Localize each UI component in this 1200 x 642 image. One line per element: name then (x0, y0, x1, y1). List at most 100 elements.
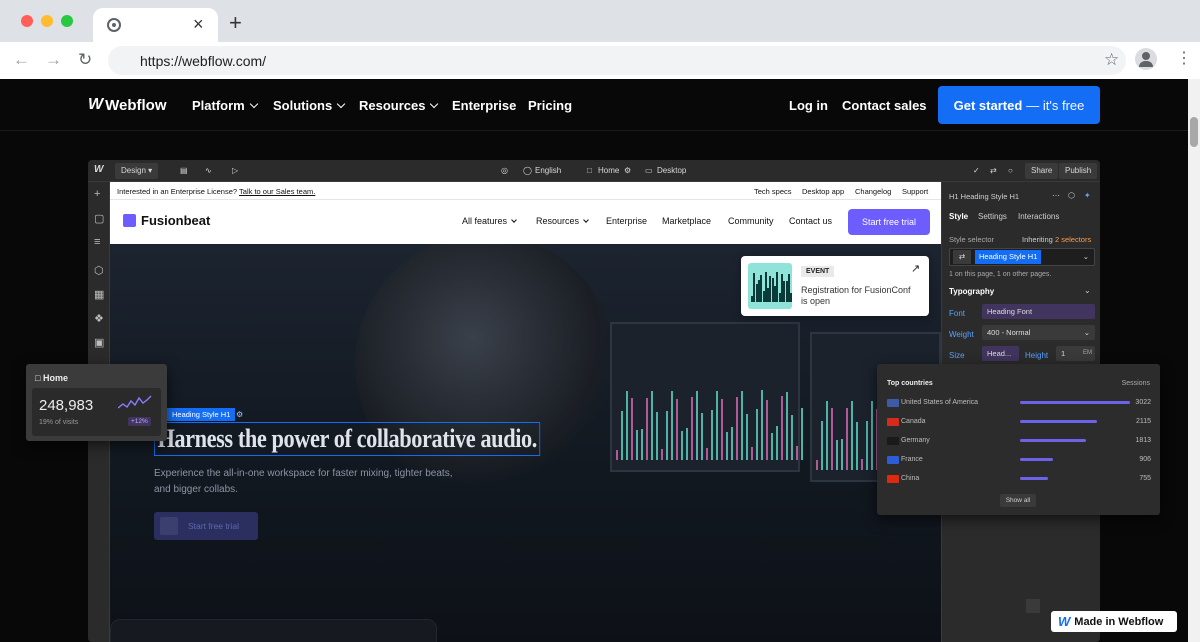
add-icon[interactable]: + (94, 188, 100, 200)
designer-topbar: W Design ▾ ▤ ∿ ▷ ◎ ◯ English □ Home ⚙ ▭ … (88, 160, 1100, 182)
navigator-icon[interactable]: ≡ (94, 236, 100, 248)
images-icon[interactable]: ▣ (94, 336, 104, 349)
page-label[interactable]: Home (598, 166, 619, 175)
contact-sales-link[interactable]: Contact sales (842, 98, 927, 113)
nav-solutions[interactable]: Solutions (273, 98, 346, 113)
comment-icon[interactable]: ○ (1008, 166, 1013, 175)
nav-resources[interactable]: Resources (359, 98, 439, 113)
address-bar[interactable]: https://webflow.com/ ☆ (108, 46, 1126, 75)
site-nav-enterprise[interactable]: Enterprise (606, 216, 647, 226)
tab-style[interactable]: Style (949, 212, 968, 221)
nav-enterprise[interactable]: Enterprise (452, 98, 516, 113)
arrow-up-right-icon: ↗ (911, 263, 921, 275)
reload-icon[interactable]: ↻ (78, 51, 92, 69)
new-tab-button[interactable]: + (229, 12, 242, 34)
back-icon[interactable]: ← (13, 51, 30, 69)
notice-link-techspecs[interactable]: Tech specs (754, 187, 792, 196)
focus-icon[interactable]: ◎ (501, 166, 508, 175)
made-in-webflow-badge[interactable]: W Made in Webflow (1051, 611, 1177, 632)
webflow-logo-icon: W (88, 96, 103, 113)
height-input[interactable]: 1 EM (1056, 346, 1095, 361)
country-name: China (901, 475, 920, 482)
site-nav-community[interactable]: Community (728, 216, 774, 226)
share-button[interactable]: Share (1025, 163, 1059, 179)
page-scrollbar[interactable] (1188, 79, 1200, 642)
site-navbar: Fusionbeat All features Resources Enterp… (110, 200, 941, 244)
size-input[interactable]: Head... (982, 346, 1019, 361)
cms-icon[interactable]: ▤ (180, 166, 188, 175)
site-nav-marketplace[interactable]: Marketplace (662, 216, 711, 226)
country-flag-icon (887, 475, 899, 483)
check-icon[interactable]: ✓ (973, 166, 980, 175)
site-trial-button[interactable]: Start free trial (848, 209, 930, 235)
hero-headline[interactable]: Harness the power of collaborative audio… (154, 422, 541, 456)
hero-trial-button[interactable]: Start free trial (154, 512, 258, 540)
show-all-button[interactable]: Show all (1000, 494, 1036, 507)
nav-pricing[interactable]: Pricing (528, 98, 572, 113)
weight-select[interactable]: 400 - Normal ⌄ (982, 325, 1095, 340)
designer-canvas[interactable]: Interested in an Enterprise License? Tal… (110, 182, 941, 642)
locale-icon[interactable]: ◯ (523, 166, 532, 175)
country-row: France 906 (887, 455, 1151, 467)
element-settings-icon[interactable]: ⚙ (236, 410, 243, 419)
site-nav-resources[interactable]: Resources (536, 216, 589, 226)
bookmark-star-icon[interactable]: ☆ (1104, 50, 1119, 70)
design-mode-select[interactable]: Design ▾ (115, 163, 159, 179)
webflow-logo[interactable]: W Webflow (88, 96, 167, 114)
notice-link-desktop[interactable]: Desktop app (802, 187, 844, 196)
country-bar (1020, 477, 1048, 480)
settings-icon[interactable]: ⚙ (624, 166, 631, 175)
tab-settings[interactable]: Settings (978, 212, 1007, 221)
country-sessions: 906 (1139, 456, 1151, 463)
webflow-menu-icon[interactable]: W (94, 164, 103, 175)
more-icon[interactable]: ⋯ (1052, 191, 1060, 200)
locale-label[interactable]: English (535, 166, 561, 175)
waveform-icon (160, 517, 178, 535)
chevron-down-icon[interactable]: ⌄ (1084, 286, 1091, 295)
site-nav-contact[interactable]: Contact us (789, 216, 832, 226)
style-selector-label: Style selector (949, 235, 995, 244)
site-nav-features[interactable]: All features (462, 216, 517, 226)
notice-link-support[interactable]: Support (902, 187, 928, 196)
fusionbeat-logo[interactable]: Fusionbeat (123, 213, 210, 228)
variables-icon[interactable]: ❖ (94, 312, 104, 325)
selected-element-tag[interactable]: Heading Style H1 (167, 408, 236, 421)
hero-subtext: Experience the all-in-one workspace for … (154, 468, 453, 495)
nav-platform[interactable]: Platform (192, 98, 258, 113)
style-icon[interactable]: ✦ (1084, 191, 1091, 200)
browser-tab[interactable]: × (93, 8, 218, 42)
publish-button[interactable]: Publish (1059, 163, 1098, 179)
color-swatch[interactable] (1026, 599, 1040, 613)
assets-icon[interactable]: ▦ (94, 288, 104, 301)
notice-link[interactable]: Talk to our Sales team. (239, 187, 315, 196)
preview-icon[interactable]: ▷ (232, 166, 238, 175)
component-icon[interactable]: ⬡ (1068, 191, 1075, 200)
page-icon[interactable]: □ (587, 166, 592, 175)
get-started-button[interactable]: Get started — it's free (938, 86, 1100, 124)
scrollbar-thumb[interactable] (1190, 117, 1198, 147)
login-link[interactable]: Log in (789, 98, 828, 113)
breakpoint-icon[interactable]: ▭ (645, 166, 653, 175)
forward-icon[interactable]: → (45, 51, 62, 69)
browser-menu-icon[interactable]: ⋮ (1176, 50, 1192, 68)
tab-close-icon[interactable]: × (193, 14, 204, 34)
notice-link-changelog[interactable]: Changelog (855, 187, 891, 196)
made-in-webflow-label: Made in Webflow (1074, 615, 1164, 628)
breakpoint-label[interactable]: Desktop (657, 166, 686, 175)
components-icon[interactable]: ⬡ (94, 264, 104, 277)
profile-avatar[interactable] (1135, 48, 1157, 70)
minimize-window-button[interactable] (41, 15, 53, 27)
country-name: France (901, 456, 923, 463)
analytics-icon[interactable]: ∿ (205, 166, 212, 175)
pages-icon[interactable]: ▢ (94, 212, 104, 225)
url-text: https://webflow.com/ (140, 53, 267, 69)
font-select[interactable]: Heading Font (982, 304, 1095, 319)
close-window-button[interactable] (21, 15, 33, 27)
typography-heading[interactable]: Typography (949, 287, 994, 296)
event-card[interactable]: EVENT Registration for FusionConf is ope… (741, 256, 929, 316)
history-icon[interactable]: ⇄ (990, 166, 997, 175)
maximize-window-button[interactable] (61, 15, 73, 27)
chevron-down-icon (511, 217, 517, 223)
style-selector-input[interactable]: ⇄ Heading Style H1 ⌄ (949, 248, 1095, 266)
tab-interactions[interactable]: Interactions (1018, 212, 1059, 221)
